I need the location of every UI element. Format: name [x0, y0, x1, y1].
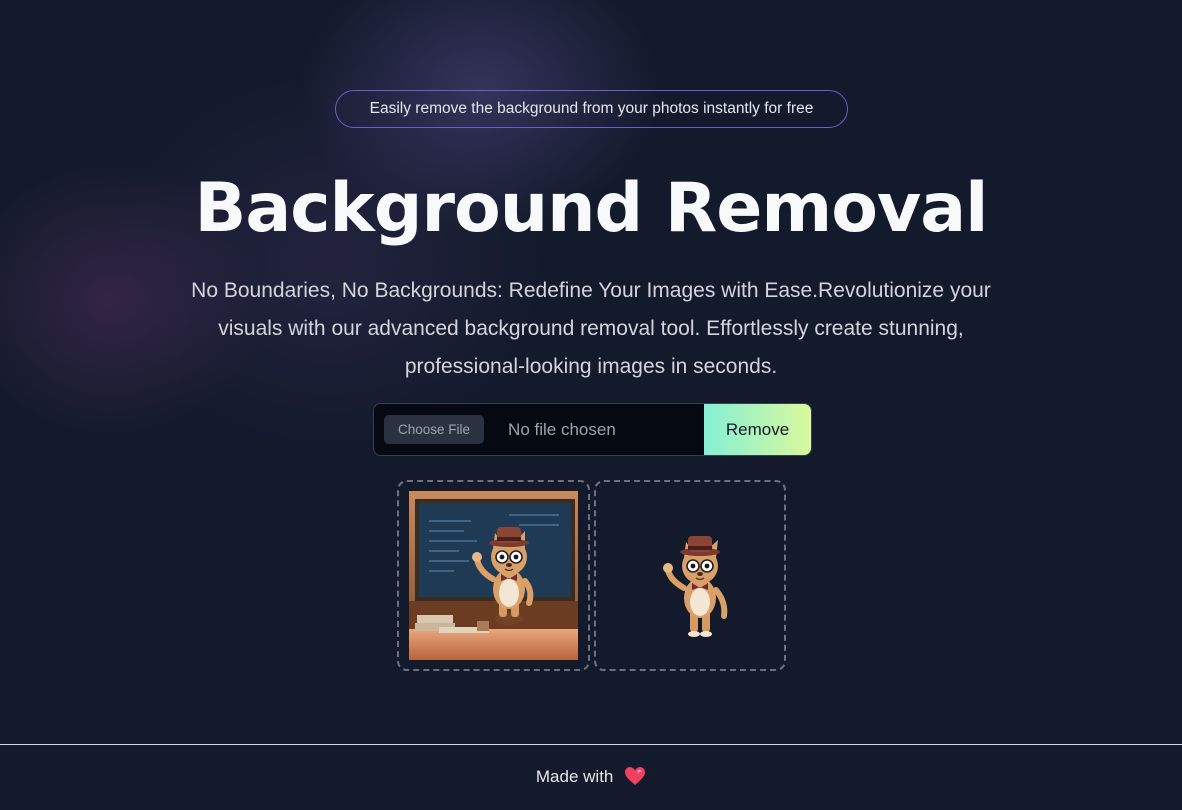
page-title: Background Removal	[194, 169, 989, 248]
footer: Made with	[0, 766, 1182, 791]
heart-icon	[624, 766, 646, 791]
hero-description: No Boundaries, No Backgrounds: Redefine …	[191, 279, 991, 378]
file-input[interactable]: Choose File No file chosen	[374, 404, 704, 455]
original-image-panel	[397, 480, 590, 671]
page: Easily remove the background from your p…	[0, 0, 1182, 810]
choose-file-button[interactable]: Choose File	[384, 415, 485, 444]
file-status: No file chosen	[508, 419, 616, 439]
upload-form: Choose File No file chosen Remove	[373, 403, 812, 456]
result-image-panel	[594, 480, 786, 671]
tagline-text: Easily remove the background from your p…	[369, 100, 814, 117]
remove-button[interactable]: Remove	[704, 404, 811, 455]
original-image	[409, 491, 578, 660]
footer-text: Made with	[535, 767, 614, 786]
result-image	[663, 536, 728, 637]
footer-divider	[0, 744, 1182, 745]
tagline-badge: Easily remove the background from your p…	[335, 90, 848, 128]
